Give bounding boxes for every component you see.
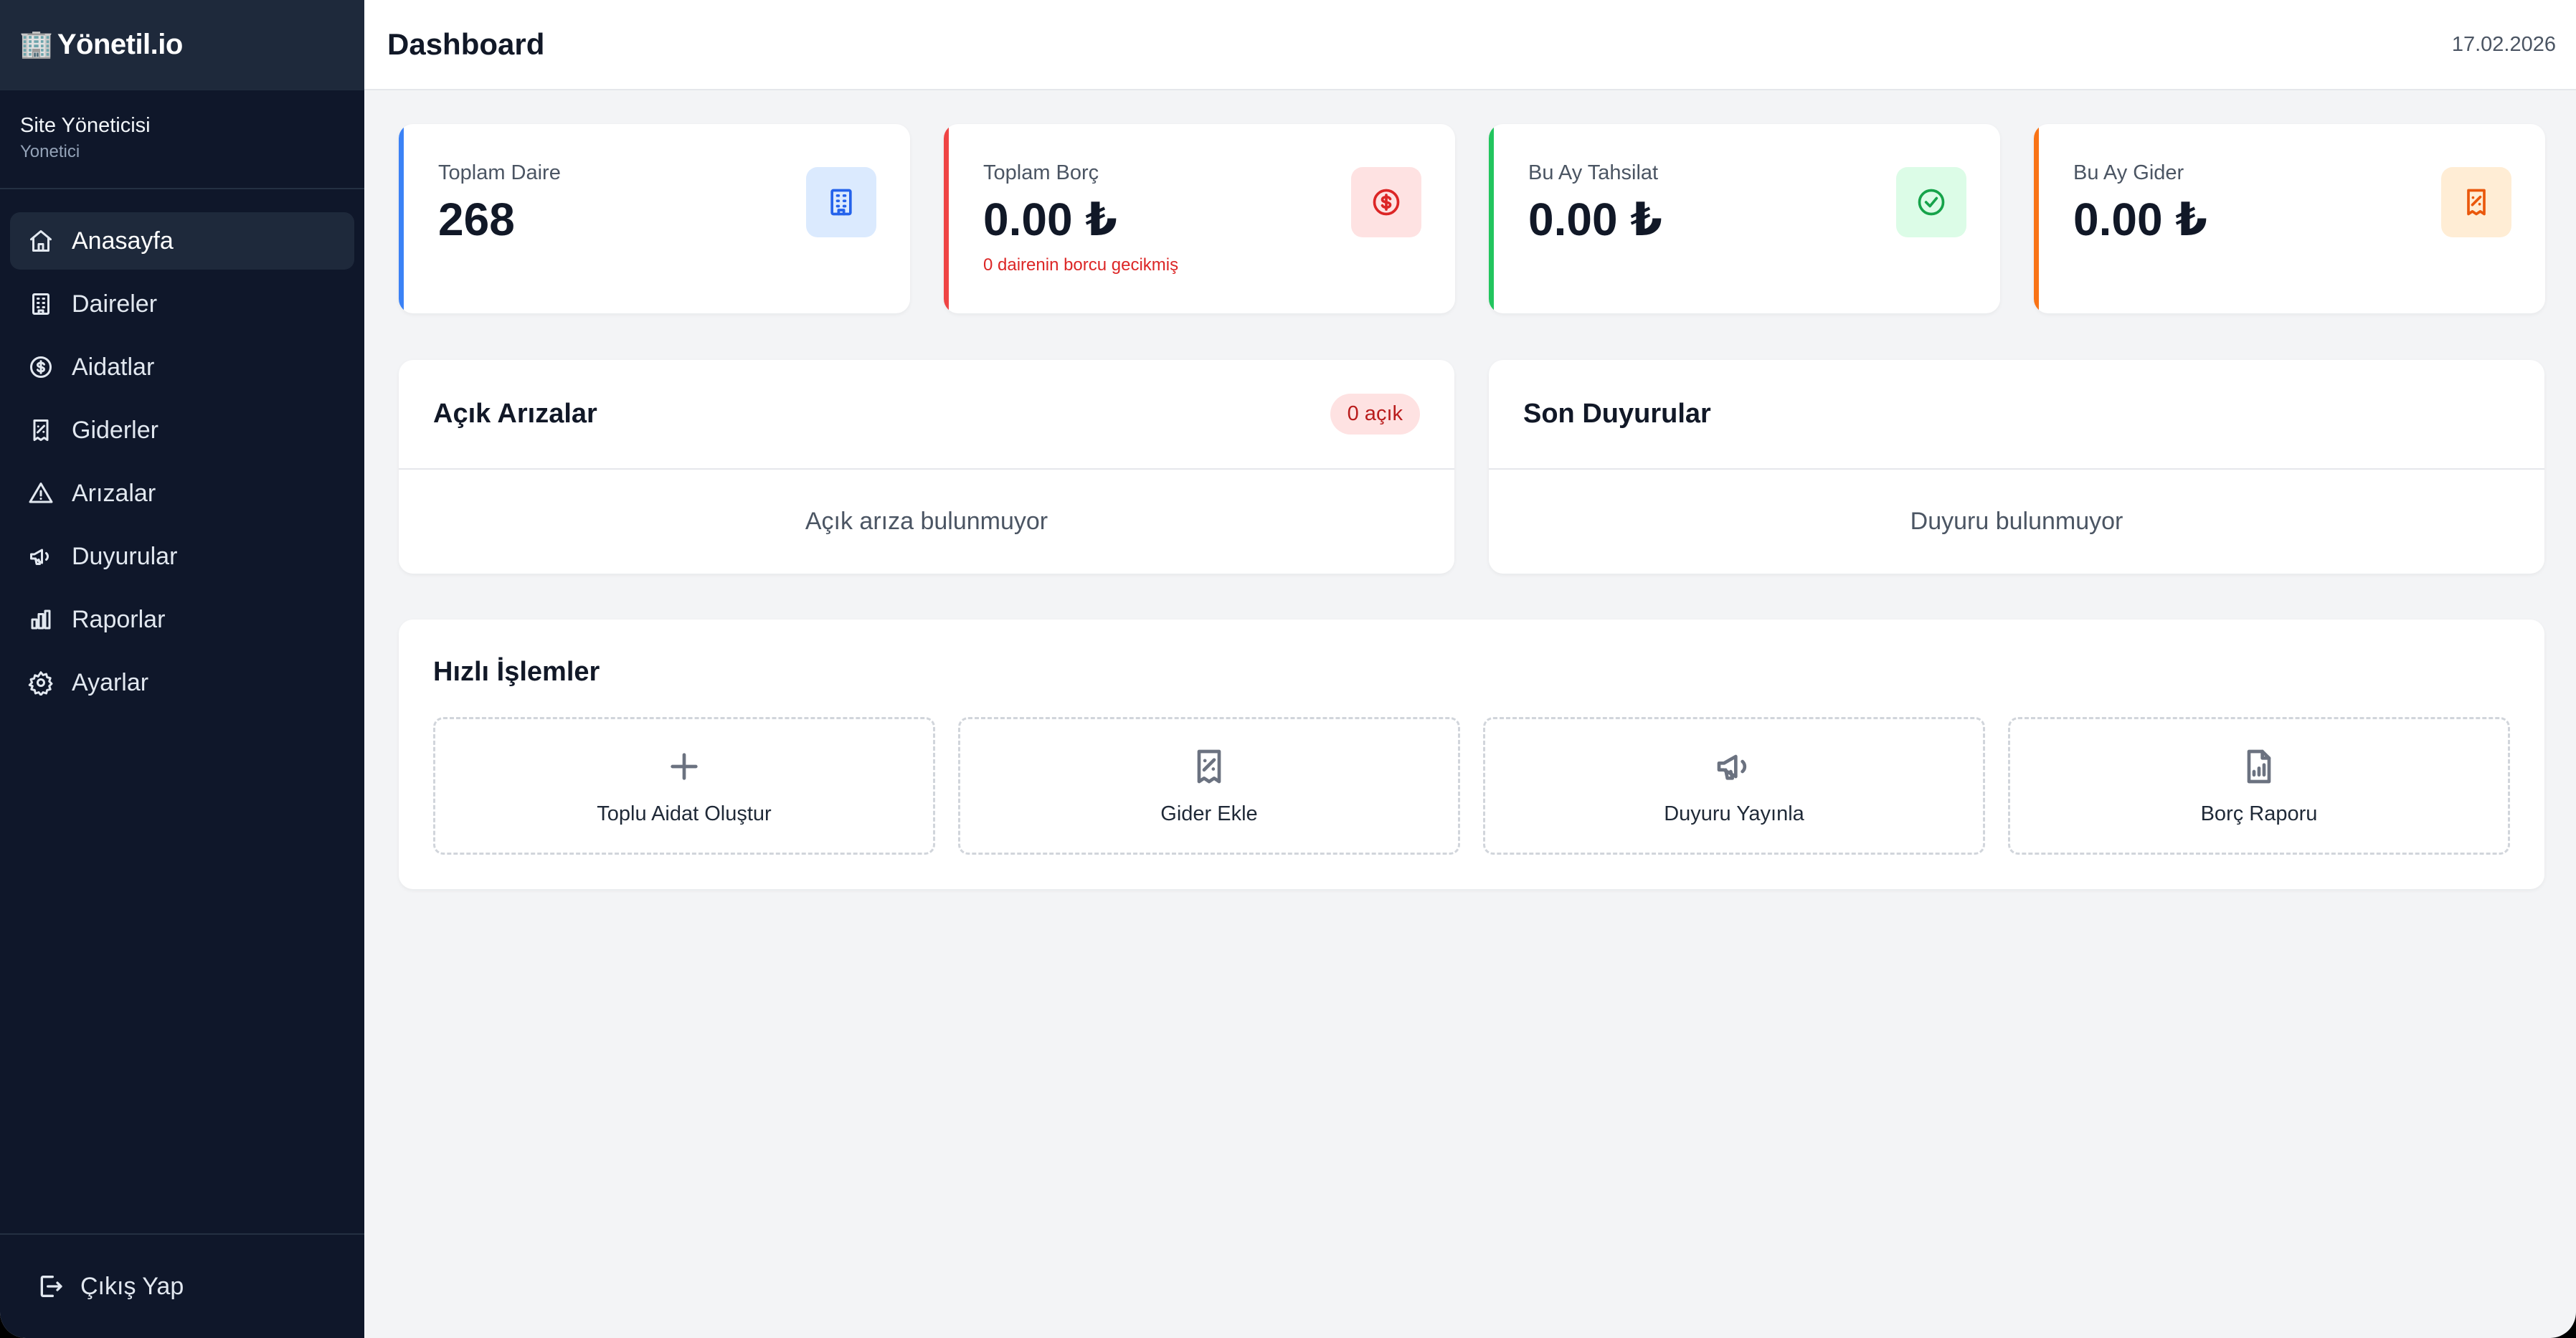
accent-bar <box>2034 124 2039 313</box>
action-label: Borç Raporu <box>2200 802 2318 825</box>
app-window: 🏢 Yönetil.io Site Yöneticisi Yonetici An… <box>0 0 2576 1338</box>
accent-bar <box>399 124 404 313</box>
action-label: Gider Ekle <box>1160 802 1258 825</box>
warning-triangle-icon <box>27 480 55 507</box>
building-logo-icon: 🏢 <box>19 29 53 60</box>
stat-value: 0.00 ₺ <box>983 194 1117 245</box>
stat-card-total-debt[interactable]: Toplam Borç 0.00 ₺ 0 dairenin borcu geci… <box>944 124 1455 313</box>
empty-state: Açık arıza bulunmuyor <box>805 507 1048 535</box>
stat-value: 0.00 ₺ <box>1528 194 1662 245</box>
sidebar-item-arizalar[interactable]: Arızalar <box>10 465 354 522</box>
file-chart-icon <box>2247 749 2271 783</box>
brand[interactable]: 🏢 Yönetil.io <box>0 0 364 90</box>
stat-label: Toplam Daire <box>438 161 561 184</box>
sidebar-item-label: Raporlar <box>72 605 166 633</box>
logout-label: Çıkış Yap <box>80 1272 184 1300</box>
empty-state: Duyuru bulunmuyor <box>1910 507 2123 535</box>
user-role: Yonetici <box>20 142 80 161</box>
panel-title: Açık Arızalar <box>433 399 597 429</box>
sidebar-item-raporlar[interactable]: Raporlar <box>10 591 354 648</box>
open-faults-panel: Açık Arızalar 0 açık Açık arıza bulunmuy… <box>399 360 1454 574</box>
stat-card-total-units[interactable]: Toplam Daire 268 <box>399 124 910 313</box>
brand-name: Yönetil.io <box>57 28 184 60</box>
panel-title: Son Duyurular <box>1523 399 1711 429</box>
building-icon <box>806 167 876 237</box>
action-label: Duyuru Yayınla <box>1664 802 1804 825</box>
logout-icon <box>40 1276 62 1297</box>
receipt-icon <box>2441 167 2511 237</box>
current-date: 17.02.2026 <box>2451 32 2556 56</box>
dollar-circle-icon <box>27 354 55 381</box>
debt-report-button[interactable]: Borç Raporu <box>2008 717 2510 855</box>
sidebar: 🏢 Yönetil.io Site Yöneticisi Yonetici An… <box>0 0 364 1338</box>
check-circle-icon <box>1896 167 1966 237</box>
sidebar-nav: Anasayfa Daireler Aidatlar Giderler Arız… <box>0 189 364 711</box>
announcements-panel: Son Duyurular Duyuru bulunmuyor <box>1489 360 2544 574</box>
stat-label: Bu Ay Gider <box>2073 161 2184 184</box>
sidebar-item-aidatlar[interactable]: Aidatlar <box>10 338 354 396</box>
stat-card-monthly-collection[interactable]: Bu Ay Tahsilat 0.00 ₺ <box>1489 124 2000 313</box>
receipt-icon <box>1197 749 1221 783</box>
top-bar: Dashboard 17.02.2026 <box>364 0 2576 90</box>
user-info: Site Yöneticisi Yonetici <box>0 90 364 189</box>
create-bulk-dues-button[interactable]: Toplu Aidat Oluştur <box>433 717 935 855</box>
action-label: Toplu Aidat Oluştur <box>597 802 772 825</box>
stat-value: 268 <box>438 194 515 245</box>
sidebar-item-label: Duyurular <box>72 542 178 570</box>
stat-label: Toplam Borç <box>983 161 1099 184</box>
sidebar-item-label: Anasayfa <box>72 227 174 255</box>
megaphone-icon <box>1717 754 1747 780</box>
user-name: Site Yöneticisi <box>20 114 151 137</box>
accent-bar <box>944 124 949 313</box>
panel-header: Son Duyurular <box>1489 360 2544 470</box>
sidebar-item-label: Arızalar <box>72 479 156 507</box>
sidebar-item-ayarlar[interactable]: Ayarlar <box>10 654 354 711</box>
panel-title: Hızlı İşlemler <box>433 657 600 687</box>
sidebar-item-anasayfa[interactable]: Anasayfa <box>10 212 354 270</box>
accent-bar <box>1489 124 1494 313</box>
home-icon <box>27 227 55 255</box>
sidebar-item-label: Aidatlar <box>72 353 155 381</box>
receipt-icon <box>27 417 55 444</box>
megaphone-icon <box>27 543 55 570</box>
sidebar-item-label: Daireler <box>72 290 158 318</box>
page-title: Dashboard <box>387 27 545 61</box>
open-count-badge: 0 açık <box>1330 394 1420 435</box>
sidebar-item-label: Ayarlar <box>72 668 149 696</box>
gear-icon <box>27 669 55 696</box>
stat-subtext: 0 dairenin borcu gecikmiş <box>983 255 1179 275</box>
publish-announcement-button[interactable]: Duyuru Yayınla <box>1483 717 1985 855</box>
sidebar-item-giderler[interactable]: Giderler <box>10 402 354 459</box>
building-icon <box>27 290 55 318</box>
sidebar-item-daireler[interactable]: Daireler <box>10 275 354 333</box>
panel-header: Açık Arızalar 0 açık <box>399 360 1454 470</box>
stat-label: Bu Ay Tahsilat <box>1528 161 1659 184</box>
quick-actions-panel: Hızlı İşlemler Toplu Aidat Oluştur Gider… <box>399 620 2544 889</box>
dollar-circle-icon <box>1351 167 1421 237</box>
bar-chart-icon <box>27 606 55 633</box>
sidebar-item-duyurular[interactable]: Duyurular <box>10 528 354 585</box>
add-expense-button[interactable]: Gider Ekle <box>958 717 1460 855</box>
plus-icon <box>671 752 698 780</box>
logout-button[interactable]: Çıkış Yap <box>0 1233 364 1338</box>
stat-card-monthly-expense[interactable]: Bu Ay Gider 0.00 ₺ <box>2034 124 2545 313</box>
sidebar-item-label: Giderler <box>72 416 158 444</box>
stat-value: 0.00 ₺ <box>2073 194 2207 245</box>
